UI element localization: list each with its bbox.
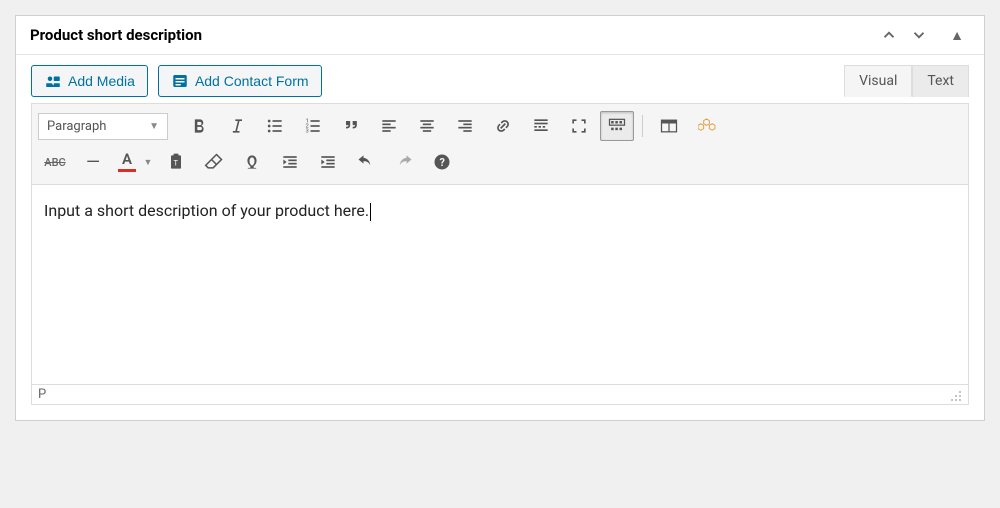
chevron-down-icon: ▼ bbox=[149, 121, 159, 132]
add-media-button[interactable]: Add Media bbox=[31, 65, 148, 97]
text-color-letter: A bbox=[122, 152, 132, 167]
tab-text[interactable]: Text bbox=[912, 65, 969, 97]
top-actions: Add Media Add Contact Form Visual Text bbox=[31, 65, 969, 97]
editor-tabs: Visual Text bbox=[844, 65, 969, 97]
text-color-button[interactable]: A bbox=[114, 147, 140, 177]
insert-more-button[interactable] bbox=[524, 111, 558, 141]
text-color-swatch bbox=[118, 169, 136, 172]
tab-visual[interactable]: Visual bbox=[844, 65, 912, 97]
editor-content[interactable]: Input a short description of your produc… bbox=[44, 201, 956, 221]
toolbar-row-2: ABC — A ▼ T bbox=[38, 144, 962, 180]
bold-icon bbox=[189, 116, 209, 136]
align-right-button[interactable] bbox=[448, 111, 482, 141]
toolbar-row-1: Paragraph ▼ 123 bbox=[38, 108, 962, 144]
horizontal-rule-icon: — bbox=[86, 152, 100, 173]
resize-icon bbox=[948, 388, 962, 402]
blockquote-button[interactable] bbox=[334, 111, 368, 141]
eraser-icon bbox=[204, 152, 224, 172]
special-character-button[interactable] bbox=[235, 147, 269, 177]
help-icon: ? bbox=[432, 152, 452, 172]
align-center-button[interactable] bbox=[410, 111, 444, 141]
italic-icon bbox=[227, 116, 247, 136]
paste-as-text-button[interactable]: T bbox=[159, 147, 193, 177]
status-bar: P bbox=[31, 384, 969, 405]
toolbar-separator bbox=[642, 115, 643, 137]
ordered-list-button[interactable]: 123 bbox=[296, 111, 330, 141]
clear-formatting-button[interactable] bbox=[197, 147, 231, 177]
strikethrough-icon: ABC bbox=[44, 156, 65, 169]
add-contact-form-button[interactable]: Add Contact Form bbox=[158, 65, 322, 97]
align-right-icon bbox=[455, 116, 475, 136]
toolbar-toggle-icon bbox=[607, 116, 627, 136]
form-icon bbox=[171, 72, 189, 90]
unordered-list-icon bbox=[265, 116, 285, 136]
add-media-label: Add Media bbox=[68, 73, 135, 89]
bold-button[interactable] bbox=[182, 111, 216, 141]
strikethrough-button[interactable]: ABC bbox=[38, 147, 72, 177]
move-up-button[interactable] bbox=[874, 26, 904, 44]
help-button[interactable]: ? bbox=[425, 147, 459, 177]
columns-icon bbox=[659, 116, 679, 136]
horizontal-rule-button[interactable]: — bbox=[76, 147, 110, 177]
move-down-button[interactable] bbox=[904, 26, 934, 44]
panel-title: Product short description bbox=[30, 26, 874, 44]
resize-handle[interactable] bbox=[948, 388, 962, 402]
indent-button[interactable] bbox=[311, 147, 345, 177]
undo-button[interactable] bbox=[349, 147, 383, 177]
unordered-list-button[interactable] bbox=[258, 111, 292, 141]
redo-icon bbox=[394, 152, 414, 172]
omega-icon bbox=[242, 152, 262, 172]
toolbar-toggle-button[interactable] bbox=[600, 111, 634, 141]
align-left-icon bbox=[379, 116, 399, 136]
camera-icon bbox=[44, 72, 62, 90]
insert-more-icon bbox=[531, 116, 551, 136]
honeycomb-icon bbox=[698, 116, 718, 136]
align-center-icon bbox=[417, 116, 437, 136]
link-button[interactable] bbox=[486, 111, 520, 141]
format-select[interactable]: Paragraph ▼ bbox=[38, 113, 168, 140]
add-contact-form-label: Add Contact Form bbox=[195, 73, 309, 89]
format-select-label: Paragraph bbox=[47, 119, 106, 134]
text-color-picker: A ▼ bbox=[114, 147, 155, 177]
short-description-panel: Product short description ▲ Add Media Ad… bbox=[15, 15, 985, 421]
svg-text:?: ? bbox=[440, 156, 445, 169]
panel-header: Product short description ▲ bbox=[16, 16, 984, 55]
editor-toolbar: Paragraph ▼ 123 bbox=[31, 103, 969, 185]
text-cursor bbox=[370, 203, 371, 221]
text-color-dropdown[interactable]: ▼ bbox=[141, 147, 155, 177]
ordered-list-icon: 123 bbox=[303, 116, 323, 136]
align-left-button[interactable] bbox=[372, 111, 406, 141]
columns-button[interactable] bbox=[651, 111, 687, 141]
italic-button[interactable] bbox=[220, 111, 254, 141]
fullscreen-icon bbox=[569, 116, 589, 136]
fullscreen-button[interactable] bbox=[562, 111, 596, 141]
svg-text:3: 3 bbox=[306, 129, 309, 135]
editor-text: Input a short description of your produc… bbox=[44, 201, 369, 220]
indent-icon bbox=[318, 152, 338, 172]
toggle-panel-button[interactable]: ▲ bbox=[944, 27, 970, 44]
outdent-button[interactable] bbox=[273, 147, 307, 177]
svg-text:T: T bbox=[174, 158, 179, 167]
panel-body: Add Media Add Contact Form Visual Text P… bbox=[16, 55, 984, 420]
redo-button[interactable] bbox=[387, 147, 421, 177]
blockquote-icon bbox=[341, 116, 361, 136]
link-icon bbox=[489, 112, 517, 140]
editor-area[interactable]: Input a short description of your produc… bbox=[31, 185, 969, 385]
outdent-icon bbox=[280, 152, 300, 172]
element-path[interactable]: P bbox=[38, 387, 46, 402]
clipboard-icon: T bbox=[166, 152, 186, 172]
undo-icon bbox=[356, 152, 376, 172]
honeycomb-button[interactable] bbox=[691, 111, 725, 141]
